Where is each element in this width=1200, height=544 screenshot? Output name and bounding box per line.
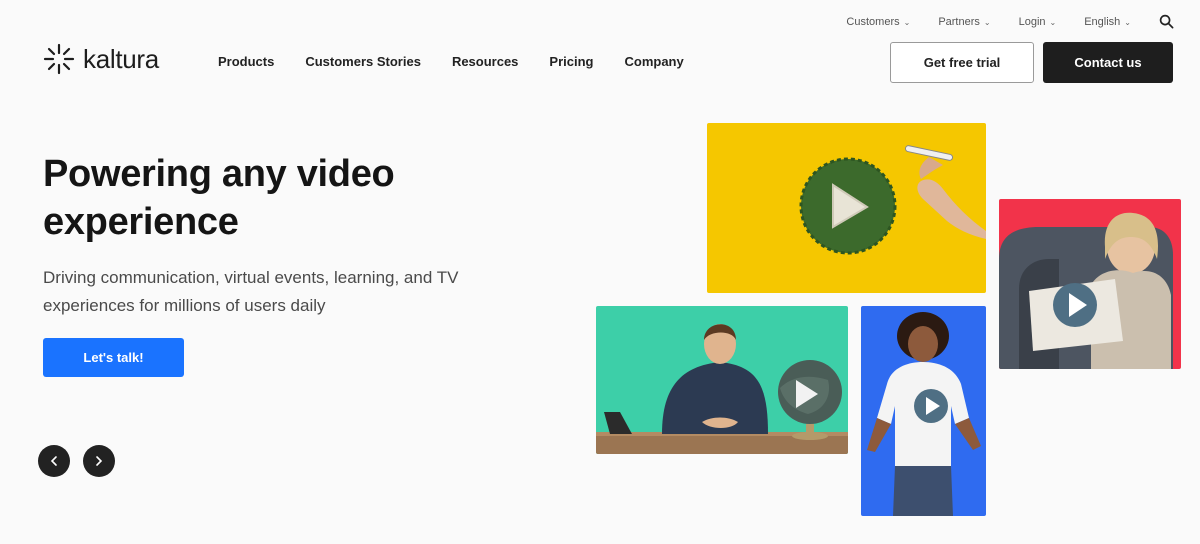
customers-label: Customers [846,15,900,28]
nav-item-pricing[interactable]: Pricing [549,54,593,69]
chevron-right-icon [96,456,103,466]
hero-subtitle: Driving communication, virtual events, l… [43,268,459,315]
video-tile-woman-pillow[interactable] [999,199,1181,369]
nav-item-customers-stories[interactable]: Customers Stories [305,54,421,69]
nav-item-company[interactable]: Company [625,54,684,69]
chevron-down-icon: ⌄ [1049,18,1057,27]
video-tile-man-globe[interactable] [596,306,848,454]
language-menu[interactable]: English ⌄ [1084,16,1131,28]
nav-item-resources[interactable]: Resources [452,54,518,69]
partners-label: Partners [938,15,980,28]
utility-bar: Customers ⌄ Partners ⌄ Login ⌄ English ⌄ [846,14,1174,29]
partners-menu[interactable]: Partners ⌄ [938,16,990,28]
carousel-prev-button[interactable] [38,445,70,477]
login-menu[interactable]: Login ⌄ [1019,16,1057,28]
hero-title: Powering any video experience [43,153,395,243]
main-nav: Products Customers Stories Resources Pri… [218,54,684,69]
logo-text: kaltura [83,43,159,74]
search-icon[interactable] [1159,14,1174,29]
video-tile-woman-shirt[interactable] [861,306,986,516]
contact-us-button[interactable]: Contact us [1043,42,1173,83]
video-tile-drawing[interactable] [707,123,986,293]
customers-menu[interactable]: Customers ⌄ [846,16,910,28]
language-label: English [1084,15,1121,28]
woman-pillow-illustration [999,212,1173,369]
chevron-down-icon: ⌄ [983,18,991,27]
woman-shirt-illustration [867,312,981,516]
carousel-next-button[interactable] [83,445,115,477]
login-label: Login [1018,15,1046,28]
sketched-play-illustration [799,145,986,255]
chevron-down-icon: ⌄ [1124,18,1131,27]
man-globe-illustration [596,324,848,454]
nav-item-products[interactable]: Products [218,54,274,69]
chevron-down-icon: ⌄ [903,18,911,27]
logo[interactable]: kaltura [43,43,159,75]
chevron-left-icon [50,456,57,466]
get-free-trial-button[interactable]: Get free trial [890,42,1034,83]
lets-talk-button[interactable]: Let's talk! [43,338,184,377]
spark-icon [43,43,75,75]
